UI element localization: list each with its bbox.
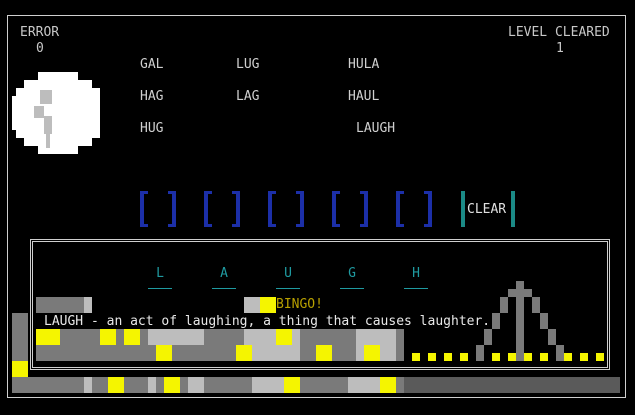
word-item: LAUGH (356, 121, 396, 136)
answer-underline (340, 288, 364, 289)
answer-letter: L (156, 266, 164, 281)
level-label: LEVEL CLEARED (508, 25, 610, 40)
letter-slot[interactable] (140, 191, 176, 227)
answer-letter: H (412, 266, 420, 281)
letter-slot[interactable] (268, 191, 304, 227)
word-definition: LAUGH - an act of laughing, a thing that… (42, 314, 493, 329)
answer-letter: U (284, 266, 292, 281)
answer-letter: A (220, 266, 228, 281)
word-item: HULA (348, 57, 380, 72)
word-item: HUG (140, 121, 164, 136)
answer-underline (212, 288, 236, 289)
error-count: 0 (36, 41, 44, 56)
moon-icon (12, 72, 100, 154)
letter-slot[interactable] (204, 191, 240, 227)
word-item: HAG (140, 89, 164, 104)
word-item: LAG (236, 89, 260, 104)
clear-button[interactable]: CLEAR (461, 191, 515, 227)
answer-underline (148, 288, 172, 289)
letter-slot[interactable] (396, 191, 432, 227)
word-item: HAUL (348, 89, 380, 104)
answer-letter: G (348, 266, 356, 281)
word-item: GAL (140, 57, 164, 72)
clear-label: CLEAR (467, 202, 507, 217)
word-item: LUG (236, 57, 260, 72)
error-label: ERROR (20, 25, 60, 40)
bingo-message: BINGO! (276, 297, 323, 312)
letter-slot[interactable] (332, 191, 368, 227)
answer-underline (404, 288, 428, 289)
answer-underline (276, 288, 300, 289)
level-count: 1 (556, 41, 564, 56)
